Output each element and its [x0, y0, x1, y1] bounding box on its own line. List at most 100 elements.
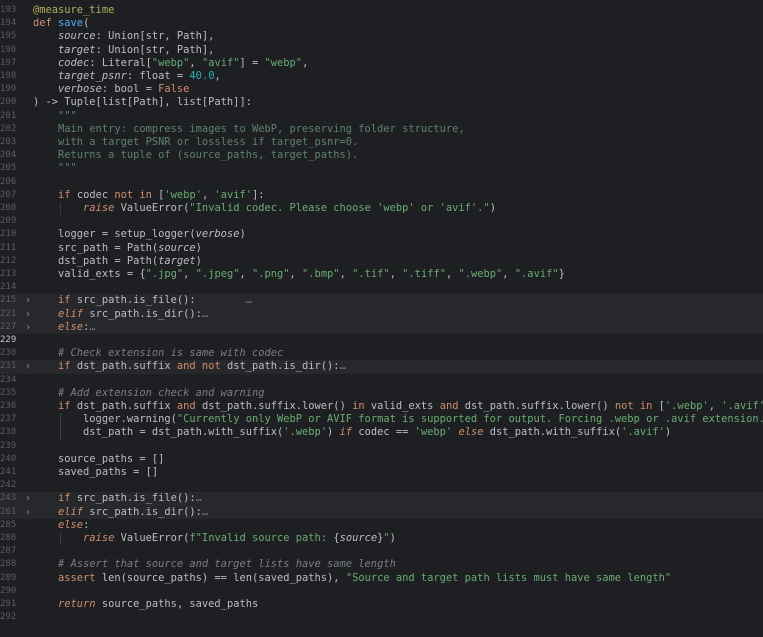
code-token: target_psnr: [58, 70, 127, 82]
code-line[interactable]: 241 saved_paths = []: [0, 466, 763, 479]
fold-chevron-icon[interactable]: ›: [23, 294, 33, 307]
code-line[interactable]: 197 codec: Literal["webp", "avif"] = "we…: [0, 57, 763, 70]
code-line[interactable]: 202 Main entry: compress images to WebP,…: [0, 123, 763, 136]
code-line[interactable]: 239: [0, 440, 763, 453]
code-token: saved_paths = []: [33, 466, 159, 478]
code-token: if: [339, 426, 359, 439]
fold-chevron-icon[interactable]: ›: [23, 308, 33, 321]
code-token: ".avif": [514, 268, 559, 280]
fold-chevron-icon[interactable]: ›: [23, 506, 33, 519]
code-token: dst_path.is_dir():: [226, 360, 340, 373]
code-line[interactable]: 243 › if src_path.is_file():…: [0, 492, 763, 506]
code-line[interactable]: 238 dst_path = dst_path.with_suffix('.we…: [0, 426, 763, 440]
code-line[interactable]: 208 raise ValueError("Invalid codec. Ple…: [0, 202, 763, 216]
code-line[interactable]: 209: [0, 215, 763, 228]
code-line[interactable]: 213 valid_exts = {".jpg", ".jpeg", ".png…: [0, 268, 763, 281]
line-number: 238: [0, 427, 17, 438]
code-token: assert: [58, 571, 102, 584]
code-token: ] =: [239, 56, 265, 69]
code-text: """: [33, 162, 77, 175]
line-number: 240: [0, 453, 17, 464]
code-token: Union[str, Path],: [108, 30, 215, 43]
code-line[interactable]: 200) -> Tuple[list[Path], list[Path]]:: [0, 96, 763, 109]
fold-chevron-icon[interactable]: ›: [23, 321, 33, 334]
code-line[interactable]: 237 logger.warning("Currently only WebP …: [0, 413, 763, 427]
code-token: : bool =: [101, 83, 159, 96]
code-token: ,: [239, 268, 252, 280]
code-token: return: [58, 598, 102, 610]
code-line[interactable]: 205 """: [0, 162, 763, 175]
code-line[interactable]: 230 # Check extension is same with codec: [0, 347, 763, 360]
code-line[interactable]: 201 """: [0, 110, 763, 123]
code-line[interactable]: 215 › if src_path.is_file(): …: [0, 294, 763, 308]
code-token: elif: [58, 505, 90, 518]
code-line[interactable]: 203 with a target PSNR or lossless if ta…: [0, 136, 763, 149]
code-token: source_paths, saved_paths: [101, 598, 259, 610]
code-line[interactable]: 227 › else:…: [0, 320, 763, 334]
code-token: dst_path.suffix.lower(): [464, 400, 615, 412]
code-line[interactable]: 199 verbose: bool = False: [0, 83, 763, 96]
code-line[interactable]: 261 › elif src_path.is_dir():…: [0, 505, 763, 519]
code-line[interactable]: 211 src_path = Path(source): [0, 242, 763, 255]
line-number: 289: [0, 572, 17, 583]
code-token: src_path = Path(: [33, 241, 159, 254]
code-line[interactable]: 196 target: Union[str, Path],: [0, 44, 763, 57]
line-number: 198: [0, 71, 17, 81]
code-text: # Assert that source and target lists ha…: [33, 558, 396, 571]
code-line[interactable]: 210 logger = setup_logger(verbose): [0, 228, 763, 241]
code-line[interactable]: 236 if dst_path.suffix and dst_path.suff…: [0, 400, 763, 413]
code-line[interactable]: 212 dst_path = Path(target): [0, 255, 763, 268]
code-line[interactable]: 240 source_paths = []: [0, 453, 763, 466]
code-line[interactable]: 286 raise ValueError(f"Invalid source pa…: [0, 532, 763, 546]
code-line[interactable]: 288 # Assert that source and target list…: [0, 558, 763, 571]
fold-chevron-icon[interactable]: ›: [23, 360, 33, 373]
code-token: ): [489, 202, 496, 214]
line-number: 207: [0, 189, 17, 200]
code-line[interactable]: 204 Returns a tuple of (source_paths, ta…: [0, 149, 763, 162]
code-token: dst_path.suffix.lower(): [201, 400, 353, 412]
line-number: 205: [0, 163, 17, 174]
code-token: :: [95, 30, 109, 43]
code-text: valid_exts = {".jpg", ".jpeg", ".png", "…: [33, 268, 565, 281]
code-token: raise: [83, 202, 121, 214]
code-token: ValueError(: [120, 202, 190, 214]
code-line[interactable]: 292: [0, 611, 763, 624]
code-line[interactable]: 206: [0, 176, 763, 189]
code-editor[interactable]: 193 @measure_time 194 def save(195 source: …: [0, 0, 763, 637]
code-line[interactable]: 229: [0, 334, 763, 347]
code-line[interactable]: 231 › if dst_path.suffix and not dst_path…: [0, 360, 763, 374]
code-line[interactable]: 193 @measure_time: [0, 4, 763, 17]
code-line[interactable]: 234: [0, 374, 763, 387]
code-line[interactable]: 287: [0, 545, 763, 558]
code-token: : Literal[: [89, 56, 152, 69]
code-line[interactable]: 242: [0, 479, 763, 492]
code-line[interactable]: 198 target_psnr: float = 40.0,: [0, 70, 763, 83]
code-line[interactable]: 221 › elif src_path.is_dir():…: [0, 307, 763, 321]
code-token: 'webp': [414, 426, 459, 439]
code-line[interactable]: 285 else:: [0, 519, 763, 532]
code-token: dst_path = dst_path.with_suffix(: [33, 426, 284, 439]
code-line[interactable]: 194 def save(: [0, 17, 763, 30]
code-text: # Check extension is same with codec: [33, 347, 283, 360]
code-token: …: [89, 320, 96, 333]
line-number: 196: [0, 44, 17, 55]
code-token: ".bmp": [302, 268, 340, 280]
line-number: 241: [0, 467, 17, 477]
line-number: 194: [0, 18, 17, 29]
code-line[interactable]: 195 source: Union[str, Path],: [0, 30, 763, 43]
code-line[interactable]: 214: [0, 281, 763, 294]
code-line[interactable]: 207 if codec not in ['webp', 'avif']:: [0, 189, 763, 202]
code-line[interactable]: 289 assert len(source_paths) == len(save…: [0, 572, 763, 585]
line-number: 261: [0, 506, 17, 517]
line-number: 285: [0, 519, 17, 530]
code-line[interactable]: 291 return source_paths, saved_paths: [0, 598, 763, 611]
code-line[interactable]: 290: [0, 585, 763, 598]
code-token: codec: [58, 56, 90, 69]
code-line[interactable]: 235 # Add extension check and warning: [0, 387, 763, 400]
line-number: 193: [0, 5, 17, 15]
fold-chevron-icon[interactable]: ›: [23, 492, 33, 505]
line-number: 234: [0, 374, 17, 385]
code-token: logger.warning(: [33, 413, 177, 426]
